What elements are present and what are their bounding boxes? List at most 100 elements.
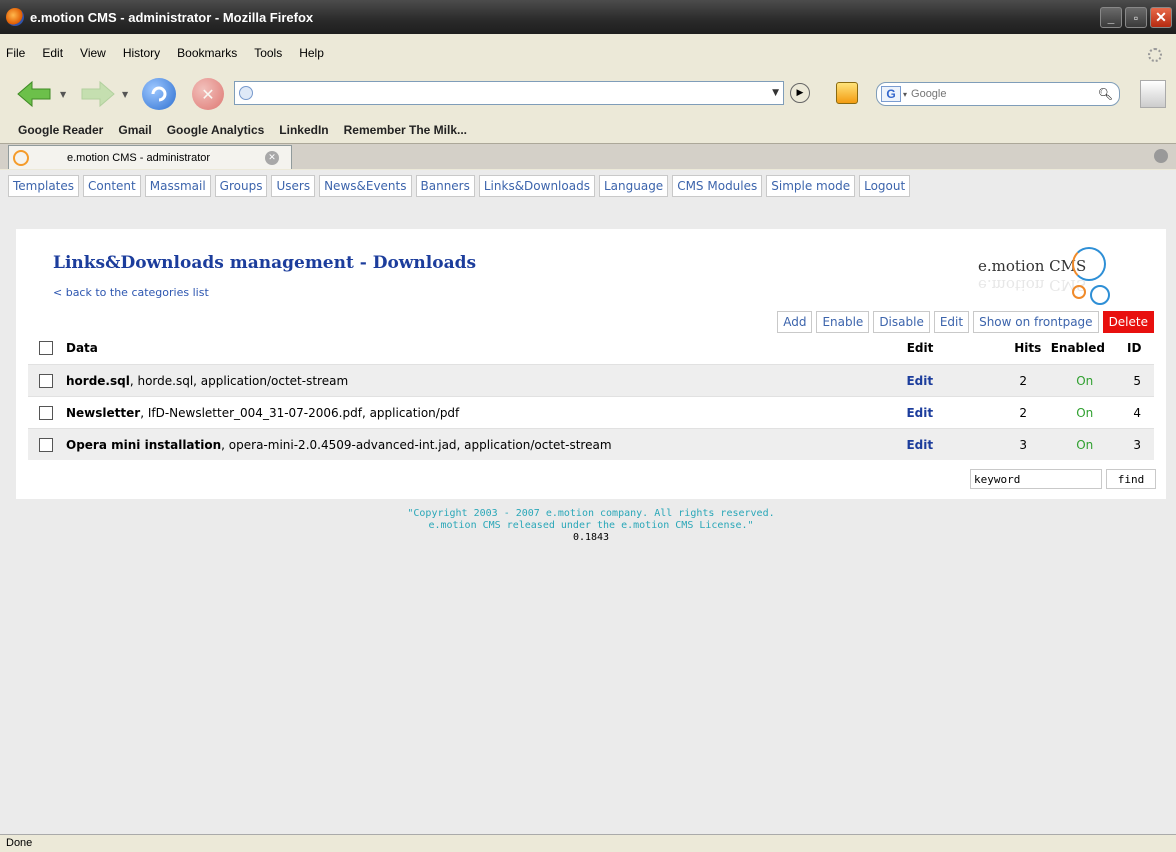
add-button[interactable]: Add — [777, 311, 813, 333]
page-feed-icon[interactable] — [836, 82, 858, 104]
nav-banners[interactable]: Banners — [415, 175, 475, 197]
keyword-input[interactable] — [970, 469, 1102, 489]
nav-users[interactable]: Users — [271, 175, 316, 197]
minimize-button[interactable]: _ — [1100, 7, 1122, 28]
downloads-table: Data Edit Hits Enabled ID horde.sql, hor… — [28, 332, 1154, 460]
maximize-button[interactable]: ▫ — [1125, 7, 1147, 28]
row-enabled-toggle[interactable]: On — [1041, 406, 1114, 420]
column-header-id: ID — [1127, 341, 1142, 355]
tab-emotion-cms[interactable]: e.motion CMS - administrator ✕ — [8, 145, 292, 169]
bookmark-remember-the-milk[interactable]: Remember The Milk... — [344, 123, 467, 137]
select-all-checkbox[interactable] — [39, 341, 53, 355]
bookmark-linkedin[interactable]: LinkedIn — [279, 123, 328, 137]
menu-bookmarks[interactable]: Bookmarks — [177, 46, 237, 60]
menu-bar: File Edit View History Bookmarks Tools H… — [0, 42, 1176, 64]
version-number: 0.1843 — [572, 532, 610, 543]
disable-button[interactable]: Disable — [873, 311, 930, 333]
url-bar[interactable]: ▼ — [234, 81, 784, 105]
forward-button[interactable] — [80, 80, 116, 108]
back-arrow-icon — [17, 80, 51, 108]
row-enabled-toggle[interactable]: On — [1041, 438, 1114, 452]
row-id: 4 — [1133, 405, 1142, 420]
row-data: Opera mini installation, opera-mini-2.0.… — [66, 438, 906, 452]
menu-view[interactable]: View — [80, 46, 106, 60]
emotion-cms-logo: e.motion CMS e.motion CMS — [978, 243, 1110, 305]
row-edit-link[interactable]: Edit — [906, 406, 995, 420]
url-input[interactable] — [253, 83, 773, 103]
back-history-dropdown-icon[interactable]: ▼ — [60, 90, 66, 99]
copyright-line: "Copyright 2003 - 2007 e.motion company.… — [407, 508, 775, 519]
nav-massmail[interactable]: Massmail — [144, 175, 211, 197]
window-titlebar: e.motion CMS - administrator - Mozilla F… — [0, 0, 1176, 34]
tab-list-icon[interactable] — [1154, 149, 1168, 163]
logo-reflection: e.motion CMS — [978, 276, 1087, 294]
row-name: Newsletter — [66, 405, 141, 420]
nav-simple-mode[interactable]: Simple mode — [766, 175, 856, 197]
menu-edit[interactable]: Edit — [42, 46, 63, 60]
row-hits: 3 — [1019, 437, 1028, 452]
enable-button[interactable]: Enable — [816, 311, 870, 333]
bookmark-google-analytics[interactable]: Google Analytics — [167, 123, 265, 137]
bookmark-google-reader[interactable]: Google Reader — [18, 123, 103, 137]
back-button[interactable] — [16, 80, 52, 108]
menu-file[interactable]: File — [6, 46, 25, 60]
column-header-data: Data — [66, 341, 98, 355]
show-on-frontpage-button[interactable]: Show on frontpage — [973, 311, 1099, 333]
search-bar[interactable]: G ▾ 🔍︎ — [876, 82, 1120, 106]
nav-cms-modules[interactable]: CMS Modules — [672, 175, 763, 197]
status-text: Done — [6, 837, 33, 849]
license-line: e.motion CMS released under the e.motion… — [428, 520, 754, 531]
cms-navigation: Templates Content Massmail Groups Users … — [8, 175, 911, 197]
nav-groups[interactable]: Groups — [214, 175, 268, 197]
bookmark-gmail[interactable]: Gmail — [118, 123, 151, 137]
row-checkbox[interactable] — [39, 405, 53, 420]
url-dropdown-icon[interactable]: ▼ — [772, 88, 779, 98]
page-title: Links&Downloads management - Downloads — [53, 253, 477, 273]
search-input[interactable] — [909, 87, 1098, 101]
menu-tools[interactable]: Tools — [254, 46, 282, 60]
nav-templates[interactable]: Templates — [8, 175, 80, 197]
status-bar: Done — [0, 834, 1176, 852]
back-to-categories-link[interactable]: < back to the categories list — [53, 286, 209, 299]
row-hits: 2 — [1019, 373, 1028, 388]
nav-logout[interactable]: Logout — [859, 175, 911, 197]
row-checkbox[interactable] — [39, 373, 53, 388]
window-title: e.motion CMS - administrator - Mozilla F… — [30, 9, 314, 25]
bookmarks-toolbar: Google Reader Gmail Google Analytics Lin… — [0, 120, 1176, 140]
row-edit-link[interactable]: Edit — [906, 374, 995, 388]
menu-history[interactable]: History — [123, 46, 160, 60]
edit-button[interactable]: Edit — [933, 311, 970, 333]
row-checkbox[interactable] — [39, 437, 53, 452]
row-details: , horde.sql, application/octet-stream — [129, 373, 349, 388]
logo-ring-large — [1072, 247, 1106, 281]
tab-close-icon[interactable]: ✕ — [265, 150, 279, 165]
row-enabled-toggle[interactable]: On — [1041, 374, 1114, 388]
toolbar-grip-icon — [1140, 80, 1166, 108]
delete-button[interactable]: Delete — [1102, 311, 1154, 333]
find-button[interactable]: find — [1106, 469, 1156, 489]
stop-icon: ✕ — [201, 84, 215, 104]
table-header: Data Edit Hits Enabled ID — [28, 332, 1154, 364]
go-button[interactable]: ▶ — [790, 83, 810, 103]
table-row: Newsletter, IfD-Newsletter_004_31-07-200… — [28, 396, 1154, 428]
content-panel: Links&Downloads management - Downloads <… — [16, 229, 1166, 499]
reload-button[interactable] — [142, 78, 176, 110]
google-engine-icon[interactable]: G — [881, 86, 901, 102]
close-button[interactable]: ✕ — [1150, 7, 1172, 28]
nav-language[interactable]: Language — [598, 175, 669, 197]
search-magnifier-icon[interactable]: 🔍︎ — [1098, 87, 1113, 101]
engine-dropdown-icon[interactable]: ▾ — [903, 90, 907, 99]
row-id: 3 — [1133, 437, 1142, 452]
row-edit-link[interactable]: Edit — [906, 438, 995, 452]
nav-content[interactable]: Content — [83, 175, 141, 197]
navigation-toolbar: ▼ ▼ ✕ ▼ ▶ G ▾ 🔍︎ — [0, 74, 1176, 114]
globe-icon — [239, 86, 253, 100]
forward-history-dropdown-icon[interactable]: ▼ — [122, 90, 128, 99]
row-hits: 2 — [1019, 405, 1028, 420]
stop-button[interactable]: ✕ — [192, 78, 224, 110]
nav-links-downloads[interactable]: Links&Downloads — [478, 175, 595, 197]
row-data: horde.sql, horde.sql, application/octet-… — [66, 374, 906, 388]
nav-news-events[interactable]: News&Events — [319, 175, 412, 197]
keyword-search: find — [970, 469, 1156, 489]
menu-help[interactable]: Help — [299, 46, 324, 60]
